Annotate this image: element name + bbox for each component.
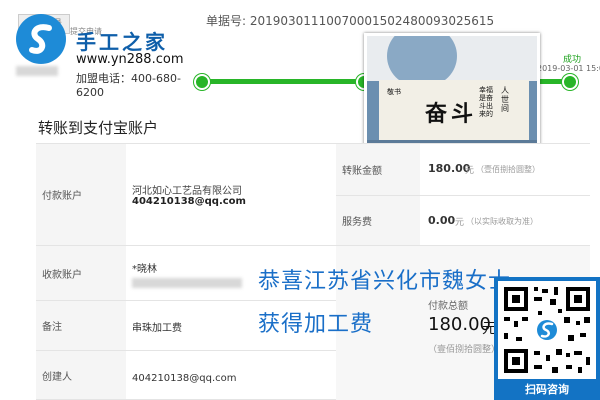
brand-name: 手工之家 xyxy=(76,30,168,54)
order-number: 单据号: 20190301110070001502480093025615 xyxy=(206,14,495,28)
brand-phone: 加盟电话：400-680-6200 xyxy=(76,72,181,99)
photo-vase xyxy=(387,36,457,86)
calligraphy-main: 奋斗 xyxy=(425,101,478,127)
section-title: 转账到支付宝账户 xyxy=(38,119,159,137)
fee-value: 0.00 xyxy=(428,214,456,227)
calligraphy-side-text: 幸福是奋斗出来的 xyxy=(479,86,493,118)
amount-words: （壹佰捌拾圆整） xyxy=(476,165,540,174)
fee-unit: 元 xyxy=(455,218,465,228)
congrats-line-2: 获得加工费 xyxy=(258,312,374,337)
brand-logo-icon xyxy=(16,14,66,64)
amount-label: 转账金额 xyxy=(336,144,420,196)
calligraphy-photo: 奋斗 人世间 幸福是奋斗出来的 敬书 xyxy=(364,33,540,161)
fee-value-cell: 0.00 元 （以实际收取为准） xyxy=(420,196,590,246)
calligraphy-side-text: 敬书 xyxy=(387,88,401,96)
amount-value-cell: 180.00 元 （壹佰捌拾圆整） xyxy=(420,144,590,196)
fee-label: 服务费 xyxy=(336,196,420,246)
creator-value: 404210138@qq.com xyxy=(126,351,336,400)
payer-value: 河北如心工艺品有限公司 404210138@qq.com xyxy=(126,144,336,246)
total-words: （壹佰捌拾圆整） xyxy=(428,345,501,355)
calligraphy-side-text: 人世间 xyxy=(501,86,509,113)
progress-step-dot xyxy=(562,74,578,90)
fee-note: （以实际收取为准） xyxy=(466,217,538,226)
payer-email: 404210138@qq.com xyxy=(132,196,246,207)
payer-company: 河北如心工艺品有限公司 xyxy=(132,186,242,197)
creator-label: 创建人 xyxy=(36,351,126,400)
congrats-line-1: 恭喜江苏省兴化市魏女士 xyxy=(258,269,512,294)
progress-step-dot xyxy=(194,74,210,90)
payer-label: 付款账户 xyxy=(36,144,126,246)
qr-panel[interactable]: 扫码咨询 xyxy=(494,277,600,400)
scan-consult-button[interactable]: 扫码咨询 xyxy=(494,379,600,400)
blurred-field xyxy=(16,66,58,76)
receiver-label: 收款账户 xyxy=(36,246,126,301)
status-date: 2019-03-01 15:0 xyxy=(537,64,600,73)
receiver-name: *晓林 xyxy=(132,264,157,275)
calligraphy-scroll: 奋斗 人世间 幸福是奋斗出来的 敬书 xyxy=(379,80,529,140)
receiver-account-blurred xyxy=(132,278,242,288)
brand-url[interactable]: www.yn288.com xyxy=(76,52,183,67)
remark-label: 备注 xyxy=(36,301,126,351)
qr-code-icon xyxy=(498,281,596,379)
amount-unit: 元 xyxy=(465,166,475,176)
total-label: 付款总额 xyxy=(428,301,468,312)
